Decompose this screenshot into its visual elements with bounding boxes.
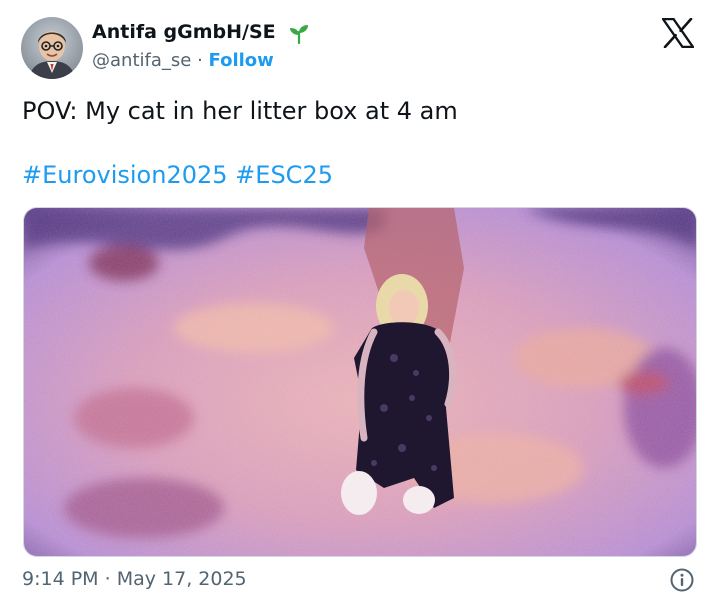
media-photo <box>24 208 696 556</box>
info-icon[interactable] <box>669 567 695 593</box>
tweet-time: 9:14 PM <box>22 568 99 590</box>
follow-button[interactable]: Follow <box>209 50 274 71</box>
tweet-card: Antifa gGmbH/SE @antifa_se · Follow POV:… <box>0 0 719 600</box>
display-name[interactable]: Antifa gGmbH/SE <box>92 20 276 44</box>
tweet-date: May 17, 2025 <box>116 568 247 590</box>
tweet-media[interactable] <box>23 207 697 557</box>
hashtags: #Eurovision2025 #ESC25 <box>22 160 333 190</box>
sprout-icon <box>290 25 308 44</box>
hashtag-link[interactable]: #Eurovision2025 <box>22 161 228 189</box>
avatar-icon <box>21 17 83 79</box>
user-handle[interactable]: @antifa_se <box>92 50 191 71</box>
handle-row: @antifa_se · Follow <box>92 49 274 73</box>
avatar[interactable] <box>21 17 83 79</box>
x-logo-icon[interactable] <box>662 18 694 48</box>
handle-separator: · <box>197 50 203 71</box>
hashtag-link[interactable]: #ESC25 <box>235 161 333 189</box>
timestamp-separator: · <box>104 568 111 590</box>
timestamp[interactable]: 9:14 PM · May 17, 2025 <box>22 566 247 592</box>
tweet-text: POV: My cat in her litter box at 4 am <box>22 97 458 125</box>
